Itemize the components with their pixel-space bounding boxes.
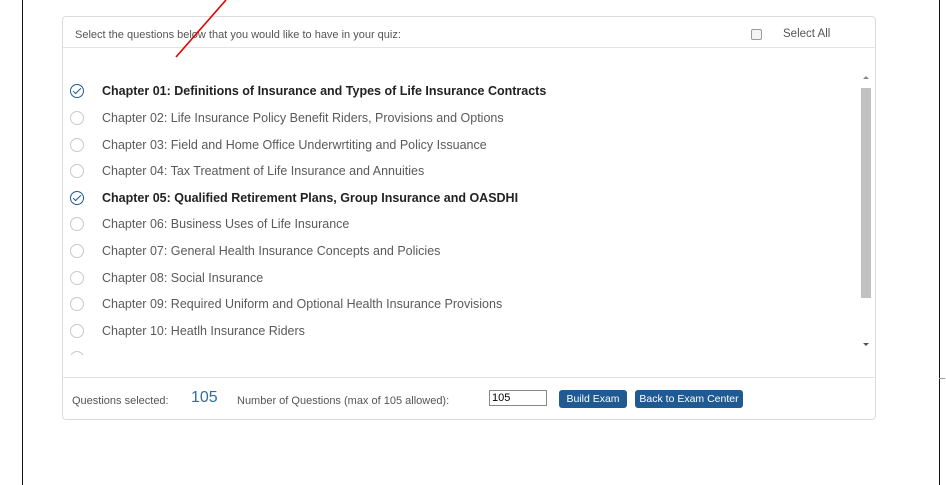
annotation-arrow-line [175, 0, 227, 58]
annotation-arrow [175, 0, 227, 58]
